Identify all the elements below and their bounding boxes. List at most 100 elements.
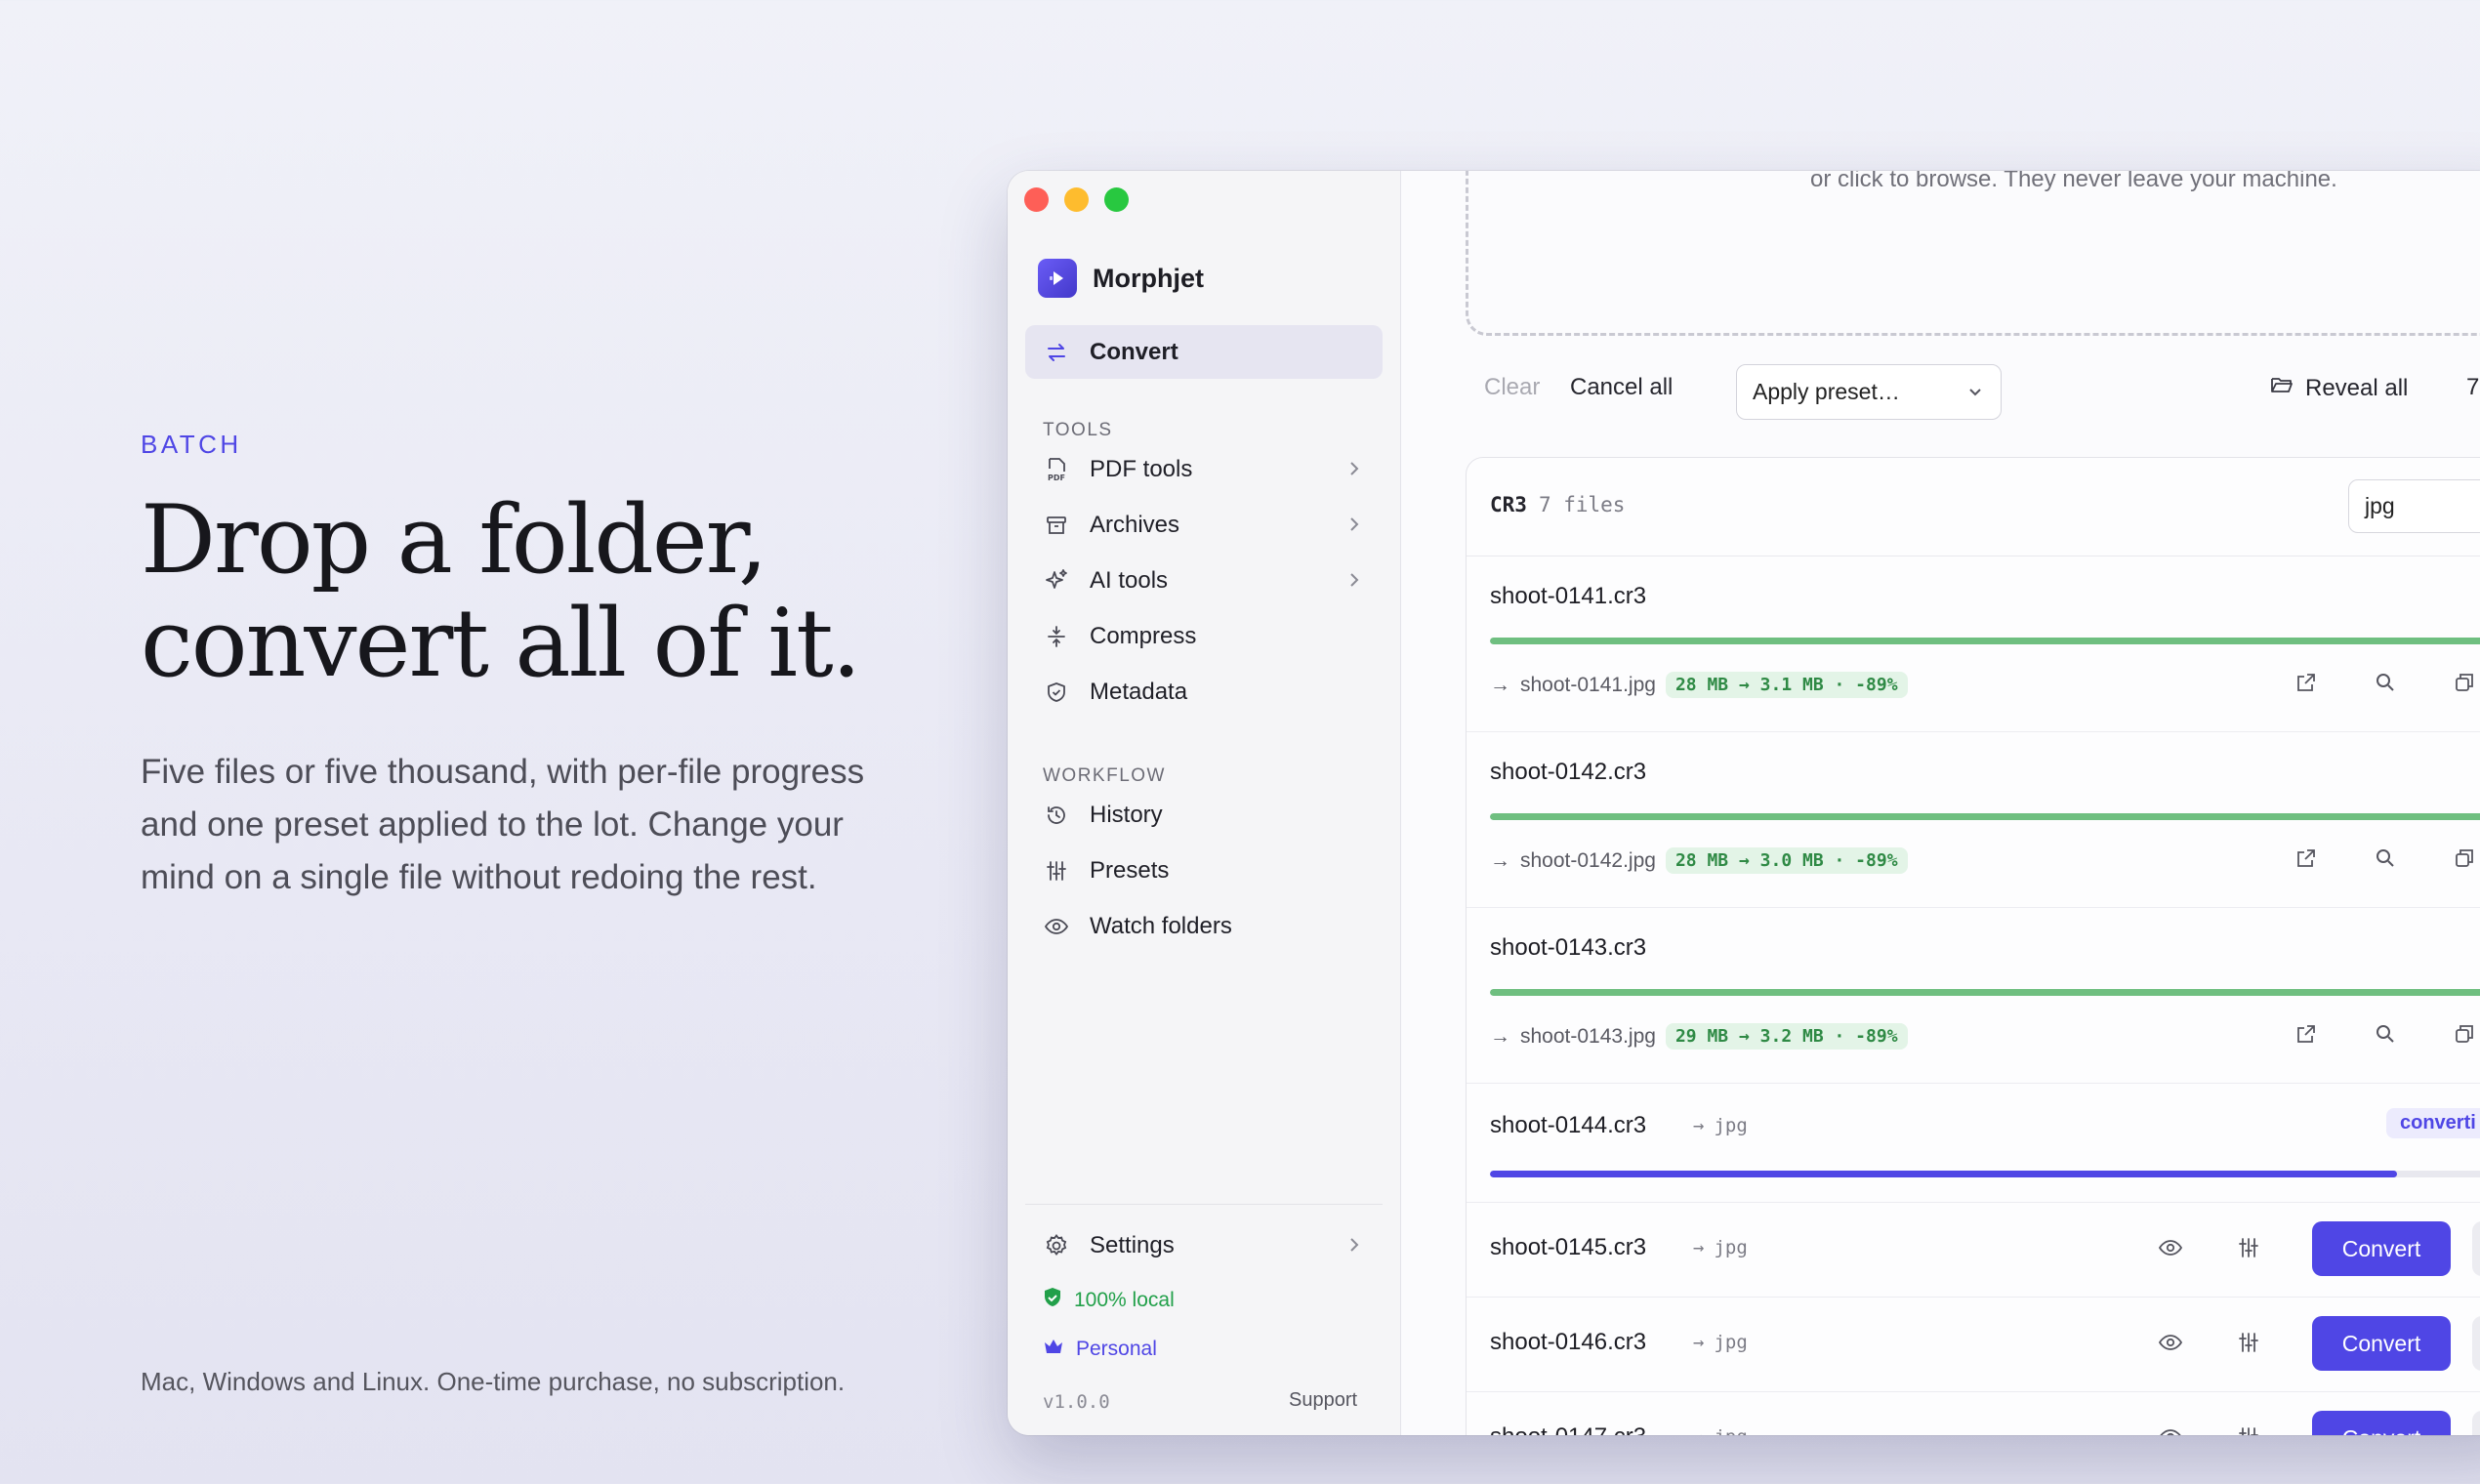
arrow-right-icon: → [1693, 1426, 1704, 1435]
local-status-label: 100% local [1074, 1289, 1175, 1311]
output-info: → shoot-0142.jpg 28 MB → 3.0 MB · -89% [1490, 847, 1908, 874]
main-panel: or click to browse. They never leave you… [1401, 171, 2480, 1435]
apply-preset-select[interactable]: Apply preset… [1736, 364, 2002, 420]
window-zoom-button[interactable] [1104, 187, 1129, 212]
open-external-icon[interactable] [2294, 846, 2320, 872]
file-name: shoot-0146.cr3 [1490, 1329, 1647, 1355]
file-name: shoot-0144.cr3 [1490, 1112, 1647, 1138]
hero-headline: Drop a folder, convert all of it. [141, 488, 941, 695]
target-format-label: jpg [1714, 1115, 1748, 1136]
sliders-icon[interactable] [2237, 1425, 2262, 1435]
cancel-all-button[interactable]: Cancel all [1570, 374, 1673, 401]
file-row: shoot-0141.cr3 → shoot-0141.jpg 28 MB → … [1467, 556, 2480, 732]
file-name: shoot-0142.cr3 [1490, 759, 1647, 785]
app-brand: Morphjet [1038, 259, 1204, 298]
file-row: shoot-0143.cr3 → shoot-0143.jpg 29 MB → … [1467, 907, 2480, 1084]
window-minimize-button[interactable] [1064, 187, 1089, 212]
target-format-input[interactable]: jpg [2348, 479, 2480, 533]
target-format-label: jpg [1714, 1237, 1748, 1258]
window-close-button[interactable] [1024, 187, 1049, 212]
arrows-swap-icon [1041, 337, 1072, 368]
sidebar-item-metadata[interactable]: Metadata [1025, 667, 1383, 718]
arrow-right-icon: → [1693, 1115, 1705, 1136]
sidebar-item-label: Metadata [1090, 679, 1188, 705]
sidebar-item-compress[interactable]: Compress [1025, 611, 1383, 662]
target-format: → jpg [1693, 1237, 1748, 1258]
search-icon[interactable] [2374, 1022, 2399, 1048]
support-link[interactable]: Support [1289, 1389, 1357, 1412]
shield-check-icon [1041, 677, 1072, 708]
search-icon[interactable] [2374, 846, 2399, 872]
sidebar-item-history[interactable]: History [1025, 790, 1383, 841]
sidebar-divider [1025, 1204, 1383, 1205]
sidebar-item-label: Archives [1090, 512, 1180, 538]
shield-check-icon [1043, 1287, 1062, 1314]
duplicate-icon[interactable] [2453, 846, 2478, 872]
eye-icon [1041, 911, 1072, 942]
arrow-right-icon: → [1490, 848, 1510, 872]
sliders-icon[interactable] [2237, 1331, 2262, 1356]
target-format: → jpg [1693, 1332, 1748, 1353]
app-window: Morphjet Convert TOOLS PDF PDF tools Arc… [1008, 171, 2480, 1435]
app-version: v1.0.0 [1043, 1391, 1110, 1413]
eye-icon[interactable] [2158, 1425, 2183, 1435]
chevron-right-icon [1343, 458, 1365, 479]
file-row-converting: shoot-0144.cr3 → jpg converti [1467, 1083, 2480, 1203]
reveal-all-button[interactable]: Reveal all [2270, 374, 2408, 402]
output-info: → shoot-0143.jpg 29 MB → 3.2 MB · -89% [1490, 1023, 1908, 1050]
group-format: CR3 [1490, 493, 1527, 516]
sidebar-item-archives[interactable]: Archives [1025, 500, 1383, 551]
search-icon[interactable] [2374, 671, 2399, 696]
sidebar-item-watch-folders[interactable]: Watch folders [1025, 901, 1383, 952]
headline-line-2: convert all of it. [141, 589, 861, 698]
chevron-right-icon [1343, 569, 1365, 591]
sidebar-item-settings[interactable]: Settings [1025, 1220, 1383, 1271]
dropzone-hint: or click to browse. They never leave you… [1810, 171, 2337, 192]
arrow-right-icon: → [1693, 1237, 1705, 1258]
file-count: 7 fil [2466, 374, 2480, 400]
sidebar-item-label: Settings [1090, 1232, 1175, 1258]
duplicate-icon[interactable] [2453, 1022, 2478, 1048]
sidebar-item-label: AI tools [1090, 567, 1169, 594]
more-options-button[interactable] [2472, 1411, 2480, 1435]
convert-button[interactable]: Convert [2312, 1411, 2451, 1435]
eye-icon[interactable] [2158, 1236, 2183, 1261]
sidebar-item-label: PDF tools [1090, 456, 1193, 482]
convert-button[interactable]: Convert [2312, 1316, 2451, 1371]
drop-zone[interactable]: or click to browse. They never leave you… [1466, 171, 2480, 336]
sidebar: Morphjet Convert TOOLS PDF PDF tools Arc… [1008, 171, 1401, 1435]
file-row: shoot-0145.cr3 → jpg Convert [1467, 1202, 2480, 1298]
arrow-right-icon: → [1693, 1332, 1705, 1353]
file-group-card: CR3 7 files jpg shoot-0141.cr3 → shoot-01… [1466, 457, 2480, 1435]
more-options-button[interactable] [2472, 1221, 2480, 1276]
sidebar-item-label: Convert [1090, 338, 1178, 365]
group-count: 7 files [1538, 493, 1626, 516]
gear-icon [1041, 1230, 1072, 1261]
tools-heading: TOOLS [1043, 420, 1113, 440]
plan-badge[interactable]: Personal [1043, 1338, 1157, 1361]
sidebar-item-pdf-tools[interactable]: PDF PDF tools [1025, 444, 1383, 495]
sliders-icon [1041, 855, 1072, 886]
eye-icon[interactable] [2158, 1331, 2183, 1356]
file-name: shoot-0147.cr3 [1490, 1423, 1646, 1435]
sidebar-item-ai-tools[interactable]: AI tools [1025, 556, 1383, 606]
chevron-right-icon [1343, 1234, 1365, 1256]
open-external-icon[interactable] [2294, 1022, 2320, 1048]
folder-open-icon [2270, 374, 2294, 402]
open-external-icon[interactable] [2294, 671, 2320, 696]
duplicate-icon[interactable] [2453, 671, 2478, 696]
sidebar-item-convert[interactable]: Convert [1025, 325, 1383, 379]
plan-label: Personal [1076, 1338, 1157, 1360]
target-format-label: jpg [1714, 1332, 1748, 1353]
sliders-icon[interactable] [2237, 1236, 2262, 1261]
local-status: 100% local [1043, 1287, 1175, 1314]
convert-button[interactable]: Convert [2312, 1221, 2451, 1276]
sidebar-item-label: Presets [1090, 857, 1170, 884]
sidebar-item-presets[interactable]: Presets [1025, 845, 1383, 896]
app-name: Morphjet [1093, 263, 1204, 293]
clear-button[interactable]: Clear [1484, 374, 1540, 401]
workflow-heading: WORKFLOW [1043, 765, 1166, 786]
file-row: shoot-0147.cr3 → jpg Convert [1467, 1391, 2480, 1435]
more-options-button[interactable] [2472, 1316, 2480, 1371]
platform-footnote: Mac, Windows and Linux. One-time purchas… [141, 1367, 846, 1396]
